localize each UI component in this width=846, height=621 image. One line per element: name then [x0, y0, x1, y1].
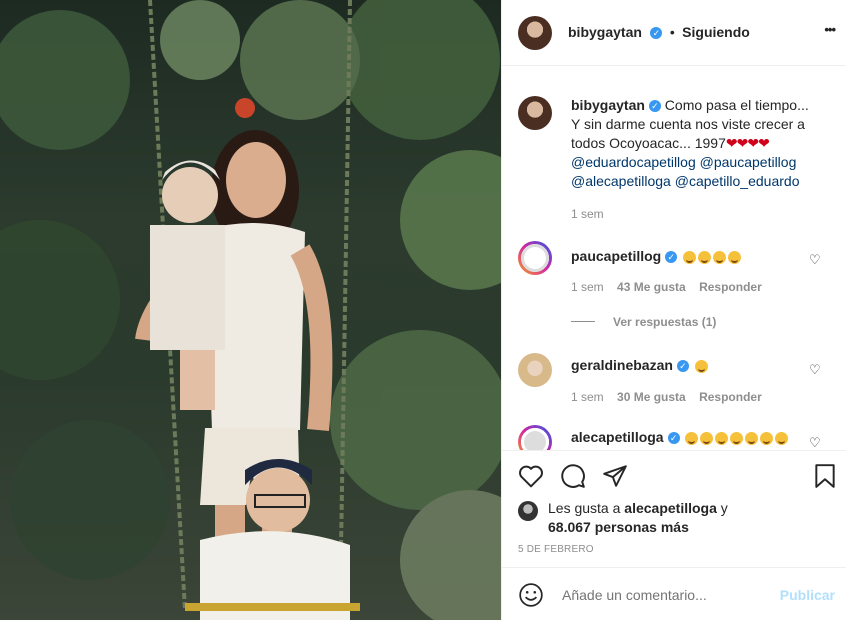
post-photo[interactable] — [0, 0, 501, 620]
likes-prefix: Les gusta a — [548, 500, 621, 516]
verified-badge-icon: ✓ — [676, 360, 689, 373]
mention-link[interactable]: @eduardocapetillog — [571, 154, 696, 170]
likes-conjunction: y — [720, 500, 728, 516]
commenter-username[interactable]: paucapetillog — [571, 248, 661, 264]
commenter-avatar[interactable] — [518, 425, 552, 450]
smiling-emoji — [713, 250, 727, 264]
heart-icon[interactable] — [518, 464, 544, 488]
commenter-username[interactable]: alecapetilloga — [571, 429, 664, 445]
separator-dot: • — [669, 24, 675, 40]
post-header: bibygaytan ✓ • Siguiendo ••• — [502, 0, 846, 66]
smiling-emoji — [760, 431, 774, 445]
caption-text-2: Y sin darme cuenta nos viste crecer a — [571, 116, 805, 132]
author-username[interactable]: bibygaytan — [568, 24, 642, 40]
verified-badge-icon: ✓ — [648, 100, 661, 113]
smiley-icon[interactable] — [518, 582, 544, 608]
bookmark-icon[interactable] — [813, 463, 837, 489]
likes-summary: Les gusta a alecapetilloga y 68.067 pers… — [548, 499, 728, 537]
comment-meta: 1 sem 43 Me gusta Responder — [571, 280, 762, 294]
comment-item: paucapetillog ✓ ♡ 1 sem 43 Me gusta Respo… — [502, 241, 846, 331]
commenter-avatar[interactable] — [518, 241, 552, 275]
smiling-emoji — [694, 359, 708, 373]
hearts-emoji: ❤❤❤❤ — [725, 135, 770, 151]
mention-link[interactable]: @capetillo_eduardo — [675, 173, 800, 189]
post-caption: bibygaytan ✓ Como pasa el tiempo... Y sin… — [571, 96, 826, 191]
smiling-emoji — [683, 250, 697, 264]
reply-button[interactable]: Responder — [699, 280, 762, 294]
comment-likes[interactable]: 30 Me gusta — [617, 390, 686, 404]
comment-time[interactable]: 1 sem — [571, 280, 604, 294]
post-date[interactable]: 5 DE FEBRERO — [518, 544, 594, 555]
commenter-avatar[interactable] — [518, 353, 552, 387]
caption-author-avatar[interactable] — [518, 96, 552, 130]
paper-plane-icon[interactable] — [602, 463, 628, 489]
photo-illustration — [0, 0, 501, 620]
post-actions: Les gusta a alecapetilloga y 68.067 pers… — [502, 450, 846, 620]
comment-like-heart-icon[interactable]: ♡ — [809, 253, 821, 266]
comment-time[interactable]: 1 sem — [571, 390, 604, 404]
smiling-emoji — [728, 250, 742, 264]
liker-avatar[interactable] — [518, 501, 538, 521]
add-comment-input[interactable] — [560, 586, 754, 604]
comment-icon[interactable] — [560, 463, 586, 489]
comment-like-heart-icon[interactable]: ♡ — [809, 436, 821, 449]
view-replies-button[interactable]: Ver respuestas (1) — [613, 315, 716, 329]
publish-button[interactable]: Publicar — [780, 587, 835, 603]
verified-badge-icon: ✓ — [650, 26, 663, 39]
caption-author-username[interactable]: bibygaytan — [571, 97, 645, 113]
likes-count[interactable]: 68.067 personas más — [548, 519, 689, 535]
author-avatar[interactable] — [518, 16, 552, 50]
smiling-emoji — [730, 431, 744, 445]
comment-meta: 1 sem 30 Me gusta Responder — [571, 390, 762, 404]
comment-likes[interactable]: 43 Me gusta — [617, 280, 686, 294]
add-comment-bar: Publicar — [502, 567, 846, 621]
smiling-emoji — [700, 431, 714, 445]
smiling-emoji — [685, 431, 699, 445]
smiling-emoji — [698, 250, 712, 264]
mention-link[interactable]: @alecapetilloga — [571, 173, 671, 189]
smiling-emoji — [745, 431, 759, 445]
mention-link[interactable]: @paucapetillog — [700, 154, 797, 170]
caption-text-1: Como pasa el tiempo... — [664, 97, 809, 113]
smiling-emoji — [775, 431, 789, 445]
verified-badge-icon: ✓ — [667, 432, 680, 445]
commenter-username[interactable]: geraldinebazan — [571, 357, 673, 373]
comment-like-heart-icon[interactable]: ♡ — [809, 363, 821, 376]
author-row: bibygaytan ✓ • Siguiendo — [568, 24, 750, 42]
smiling-emoji — [715, 431, 729, 445]
more-options-icon[interactable]: ••• — [824, 22, 836, 37]
comment-item: geraldinebazan ✓ ♡ 1 sem 30 Me gusta Resp… — [502, 353, 846, 413]
caption-time[interactable]: 1 sem — [571, 207, 604, 221]
following-button[interactable]: Siguiendo — [682, 24, 750, 40]
post-details-panel: bibygaytan ✓ • Siguiendo ••• bibygaytan ✓… — [501, 0, 846, 620]
liker-username[interactable]: alecapetilloga — [624, 500, 717, 516]
comment-item: alecapetilloga ✓ ♡ — [502, 425, 846, 450]
comments-section[interactable]: bibygaytan ✓ Como pasa el tiempo... Y sin… — [502, 66, 846, 450]
caption-text-3: todos Ocoyoacac... 1997 — [571, 135, 726, 151]
reply-button[interactable]: Responder — [699, 390, 762, 404]
verified-badge-icon: ✓ — [665, 251, 678, 264]
replies-divider — [571, 321, 595, 322]
